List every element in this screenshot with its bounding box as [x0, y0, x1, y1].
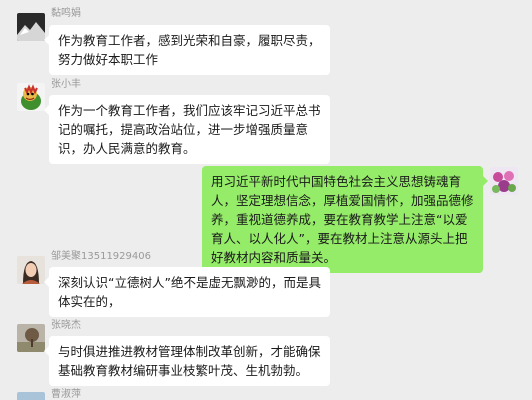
sender-name: 邹美聚13511929406 — [51, 251, 151, 262]
sender-name: 张小丰 — [51, 79, 81, 90]
flowers-avatar[interactable] — [490, 167, 518, 195]
message-bubble[interactable]: 深刻认识“立德树人”绝不是虚无飘渺的，而是具体实在的， — [44, 267, 330, 317]
mountain-landscape-avatar[interactable] — [17, 13, 45, 41]
message-bubble[interactable]: 作为教育工作者，感到光荣和自豪，履职尽责，努力做好本职工作 — [44, 25, 330, 75]
bowser-avatar[interactable] — [17, 83, 45, 111]
sender-name: 张晓杰 — [51, 320, 81, 331]
sender-name: 黏鸣娟 — [51, 8, 81, 19]
message-bubble-self[interactable]: 用习近平新时代中国特色社会主义思想铸魂育人，坚定理想信念，厚植爱国情怀，加强品德… — [202, 166, 488, 273]
sky-avatar[interactable] — [17, 392, 45, 400]
chat-window[interactable]: 黏鸣娟 作为教育工作者，感到光荣和自豪，履职尽责，努力做好本职工作 张小丰 作为… — [0, 0, 532, 400]
message-bubble[interactable]: 与时俱进推进教材管理体制改革创新，才能确保基础教育教材编研事业枝繁叶茂、生机勃勃… — [44, 336, 330, 386]
tree-landscape-avatar[interactable] — [17, 324, 45, 352]
sender-name: 曹淑萍 — [51, 389, 81, 400]
message-bubble[interactable]: 作为一个教育工作者，我们应该牢记习近平总书记的嘱托，提高政治站位，进一步增强质量… — [44, 95, 330, 164]
woman-portrait-avatar[interactable] — [17, 256, 45, 284]
